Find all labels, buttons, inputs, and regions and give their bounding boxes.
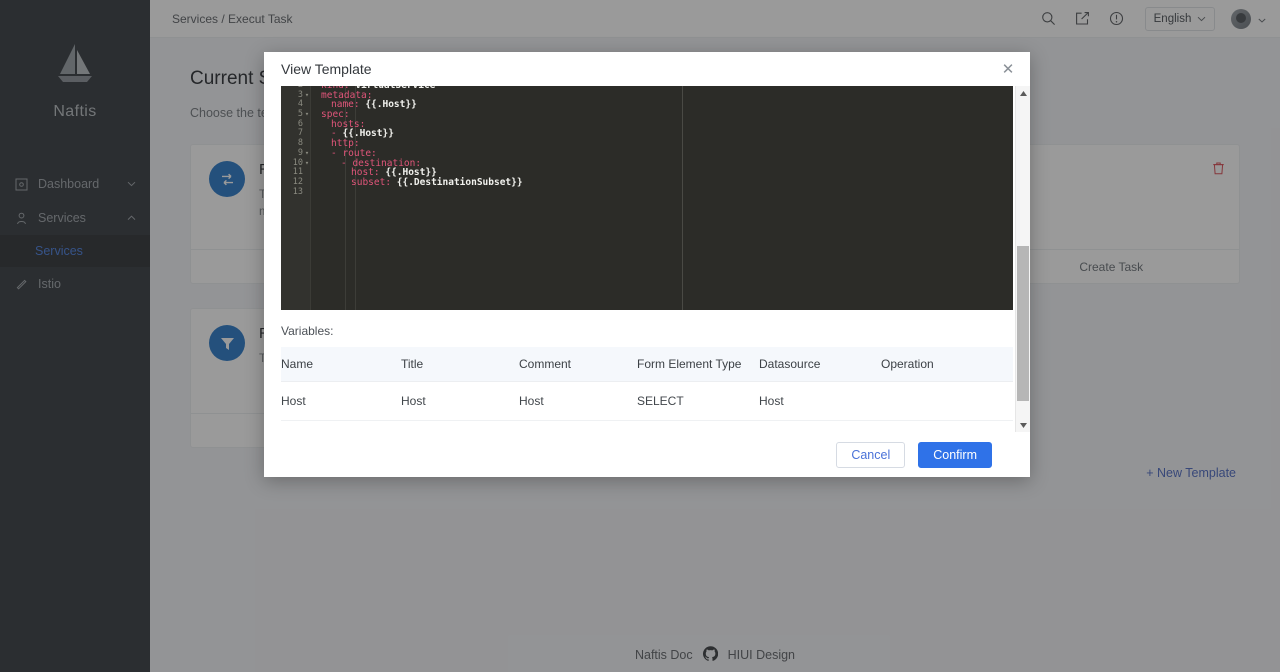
fold-arrow-icon[interactable]: ▾ xyxy=(303,110,311,120)
view-template-modal: View Template ✕ 2kind: VirtualService3▾m… xyxy=(264,52,1030,477)
close-icon[interactable]: ✕ xyxy=(1000,61,1016,77)
cell-operation xyxy=(881,421,1013,433)
modal-header: View Template ✕ xyxy=(264,52,1030,86)
modal-body: 2kind: VirtualService3▾metadata:4name: {… xyxy=(264,86,1030,432)
variables-table-body: Host Host Host SELECT Host DestinationSu… xyxy=(281,382,1013,433)
code-line: 7- {{.Host}} xyxy=(281,129,1013,139)
code-line: 5▾spec: xyxy=(281,110,1013,120)
fold-arrow-icon[interactable]: ▾ xyxy=(303,91,311,101)
cell-form-type: SELECT xyxy=(637,382,759,421)
cell-title: Host xyxy=(401,382,519,421)
cell-comment: DestinationSubset xyxy=(519,421,637,433)
variables-table-head: Name Title Comment Form Element Type Dat… xyxy=(281,347,1013,382)
cancel-button[interactable]: Cancel xyxy=(836,442,905,468)
code-line: 12subset: {{.DestinationSubset}} xyxy=(281,178,1013,188)
variables-label: Variables: xyxy=(281,324,1013,338)
line-number: 13 xyxy=(281,188,303,198)
cell-form-type: STRING xyxy=(637,421,759,433)
scroll-up-arrow-icon[interactable] xyxy=(1016,86,1030,100)
column-header-datasource: Datasource xyxy=(759,347,881,382)
column-header-operation: Operation xyxy=(881,347,1013,382)
column-header-form-type: Form Element Type xyxy=(637,347,759,382)
code-line: 4name: {{.Host}} xyxy=(281,100,1013,110)
column-header-title: Title xyxy=(401,347,519,382)
column-header-name: Name xyxy=(281,347,401,382)
scroll-down-arrow-icon[interactable] xyxy=(1016,418,1030,432)
code-line: 8http: xyxy=(281,139,1013,149)
modal-scrollbar[interactable] xyxy=(1015,86,1030,432)
cell-datasource xyxy=(759,421,881,433)
code-text: subset: {{.DestinationSubset}} xyxy=(311,178,523,188)
fold-arrow-icon[interactable]: ▾ xyxy=(303,159,311,169)
modal-footer: Cancel Confirm xyxy=(264,432,1030,477)
cell-comment: Host xyxy=(519,382,637,421)
editor-code-lines: 2kind: VirtualService3▾metadata:4name: {… xyxy=(281,86,1013,197)
app-root: Naftis Dashboard xyxy=(0,0,1280,672)
modal-scroll-content: 2kind: VirtualService3▾metadata:4name: {… xyxy=(281,86,1013,432)
yaml-code-editor[interactable]: 2kind: VirtualService3▾metadata:4name: {… xyxy=(281,86,1013,310)
table-row: Host Host Host SELECT Host xyxy=(281,382,1013,421)
table-row: DestinationSubset DestinationSubset Dest… xyxy=(281,421,1013,433)
fold-arrow-icon[interactable]: ▾ xyxy=(303,149,311,159)
code-line: 13 xyxy=(281,188,1013,198)
cell-name: Host xyxy=(281,382,401,421)
cell-datasource: Host xyxy=(759,382,881,421)
column-header-comment: Comment xyxy=(519,347,637,382)
modal-title: View Template xyxy=(281,61,372,77)
cell-title: DestinationSubset xyxy=(401,421,519,433)
variables-table: Name Title Comment Form Element Type Dat… xyxy=(281,347,1013,432)
table-header-row: Name Title Comment Form Element Type Dat… xyxy=(281,347,1013,382)
confirm-button[interactable]: Confirm xyxy=(918,442,992,468)
scrollbar-thumb[interactable] xyxy=(1017,246,1029,401)
cell-name: DestinationSubset xyxy=(281,421,401,433)
cell-operation xyxy=(881,382,1013,421)
